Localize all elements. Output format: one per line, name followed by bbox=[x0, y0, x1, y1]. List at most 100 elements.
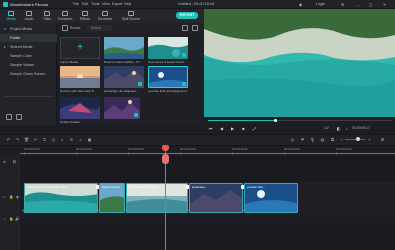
media-label-untitled-folder: Untitled Folder bbox=[60, 120, 81, 124]
crop-icon[interactable]: ⌗ bbox=[42, 137, 47, 142]
snapshot-audio-icon[interactable]: ▤ bbox=[320, 137, 325, 142]
used-check-icon bbox=[182, 82, 186, 86]
green-screen-icon[interactable]: ▣ bbox=[87, 137, 92, 142]
folder-icon[interactable] bbox=[16, 114, 22, 120]
login-link[interactable]: Login bbox=[316, 2, 325, 6]
media-thumb-sunrise[interactable] bbox=[60, 66, 100, 88]
zoom-in-icon[interactable]: + bbox=[367, 137, 372, 142]
tab-effects[interactable]: Effects bbox=[76, 10, 94, 22]
close-icon[interactable]: ✕ bbox=[382, 2, 387, 7]
delete-icon[interactable]: 🗑 bbox=[24, 137, 29, 142]
sidebar-item-sample-videos[interactable]: Sample Videos bbox=[0, 61, 57, 69]
tab-titles[interactable]: Titles bbox=[38, 10, 56, 22]
used-check-icon bbox=[182, 53, 186, 57]
media-label-sunrise: Sunrise with Sea View Ti... bbox=[60, 89, 97, 93]
menu-edit[interactable]: Edit bbox=[82, 2, 88, 6]
split-icon[interactable]: ⧉ bbox=[330, 137, 335, 142]
menu-view[interactable]: View bbox=[102, 2, 110, 6]
media-icon bbox=[8, 11, 14, 16]
fullscreen-toggle-icon[interactable]: ⤢ bbox=[252, 126, 257, 131]
filter-icon[interactable] bbox=[182, 25, 188, 31]
export-button[interactable]: EXPORT bbox=[176, 12, 198, 19]
maximize-icon[interactable]: ▢ bbox=[368, 2, 373, 7]
audio-mixer-icon[interactable]: ≋ bbox=[69, 137, 74, 142]
playhead-split-knob[interactable] bbox=[162, 154, 169, 164]
eye-icon[interactable]: ◉ bbox=[15, 195, 20, 200]
preview-timecode: 00:00:05:17 bbox=[352, 126, 370, 130]
audio-icon[interactable]: ♫ bbox=[78, 137, 83, 142]
sidebar-item-shared-media[interactable]: ▸ Shared Media bbox=[0, 43, 57, 51]
preview-quality[interactable]: 1/2 bbox=[324, 126, 329, 130]
volume-icon[interactable]: ♪ bbox=[344, 126, 349, 131]
snapshot-icon[interactable]: ◧ bbox=[336, 126, 341, 131]
prev-frame-icon[interactable]: ⏮ bbox=[208, 126, 213, 131]
tab-audio[interactable]: Audio bbox=[20, 10, 38, 22]
tab-elements[interactable]: Elements bbox=[96, 10, 114, 22]
marker-icon[interactable]: ⚑ bbox=[300, 137, 305, 142]
tab-split-screen[interactable]: Split Screen bbox=[120, 10, 142, 22]
rewind-icon[interactable]: ◀ bbox=[219, 126, 224, 131]
preview-progress-knob[interactable] bbox=[274, 119, 277, 122]
search-input[interactable]: Search bbox=[87, 25, 113, 31]
ruler-tick-label: 00:00:00:00 bbox=[24, 147, 40, 151]
record-button[interactable]: Record bbox=[70, 25, 80, 31]
track-headers bbox=[0, 155, 22, 250]
render-icon[interactable]: ◎ bbox=[290, 137, 295, 142]
effects-icon bbox=[82, 11, 88, 16]
menu-file[interactable]: File bbox=[73, 2, 79, 6]
timeline-clip[interactable]: landscape... bbox=[189, 183, 243, 213]
ruler-tick-label: 00:00:12:00 bbox=[180, 147, 196, 151]
ruler-tick-label: 00:00:08:00 bbox=[128, 147, 144, 151]
fit-timeline-icon[interactable]: ⊞ bbox=[380, 137, 385, 142]
redo-icon[interactable]: ↷ bbox=[15, 137, 20, 142]
color-icon[interactable]: ◐ bbox=[60, 137, 65, 142]
menu-help[interactable]: Help bbox=[124, 2, 131, 6]
notification-icon[interactable]: ✉ bbox=[340, 2, 345, 7]
lock-icon[interactable]: 🔒 bbox=[9, 195, 14, 200]
add-track-icon[interactable]: ⊕ bbox=[2, 160, 7, 165]
ruler-tick-label: 00:00:16:00 bbox=[232, 147, 248, 151]
sidebar-item-project-media[interactable]: ▾ Project Media bbox=[0, 25, 57, 33]
zoom-slider-knob[interactable] bbox=[356, 137, 360, 141]
media-label-sea-waves: Sea waves & beach drone... bbox=[148, 60, 187, 64]
sidebar-item-sample-color[interactable]: Sample Color bbox=[0, 52, 57, 60]
split-screen-icon bbox=[128, 11, 134, 16]
tab-media[interactable]: Media bbox=[2, 10, 20, 22]
used-check-icon bbox=[138, 82, 142, 86]
media-label-landscape: landscape 4k wallpaper... bbox=[104, 89, 139, 93]
stop-icon[interactable]: ■ bbox=[241, 126, 246, 131]
lock-icon[interactable]: 🔒 bbox=[9, 217, 14, 222]
account-icon[interactable]: ◉ bbox=[298, 2, 303, 7]
timeline-clip[interactable]: Road in Island... bbox=[99, 183, 125, 213]
sidebar-item-sample-green-screen[interactable]: Sample Green Screen bbox=[0, 70, 57, 78]
ruler-tick-label: 00:00:24:00 bbox=[336, 147, 352, 151]
timeline-clip[interactable]: Sea waves & beach drone video... bbox=[24, 183, 98, 213]
zoom-slider-track[interactable] bbox=[345, 139, 365, 140]
speed-icon[interactable]: ◷ bbox=[51, 137, 56, 142]
import-media-tile[interactable]: + bbox=[60, 37, 100, 59]
menu-tools[interactable]: Tools bbox=[91, 2, 99, 6]
app-name: Wondershare Filmora bbox=[10, 2, 49, 7]
minimize-icon[interactable]: – bbox=[356, 2, 361, 7]
play-icon[interactable]: ▶ bbox=[230, 126, 235, 131]
audio-track bbox=[22, 214, 395, 224]
media-thumb-untitled-folder[interactable] bbox=[60, 97, 100, 119]
filmora-logo-icon bbox=[3, 2, 8, 7]
speaker-icon[interactable]: 🔊 bbox=[15, 217, 20, 222]
import-icon[interactable] bbox=[62, 25, 68, 31]
undo-icon[interactable]: ↶ bbox=[6, 137, 11, 142]
timeline-clip[interactable]: Sunrise with Sea View... bbox=[126, 183, 188, 213]
media-thumb-road-in-island[interactable] bbox=[104, 37, 144, 59]
grid-view-icon[interactable] bbox=[192, 25, 198, 31]
audio-track-icon: ♪ bbox=[3, 217, 6, 221]
timeline-clip[interactable]: youtube kids... bbox=[244, 183, 298, 213]
new-folder-icon[interactable] bbox=[6, 114, 12, 120]
menu-export[interactable]: Export bbox=[112, 2, 122, 6]
voiceover-icon[interactable]: 🎙 bbox=[310, 137, 315, 142]
sidebar-item-folder[interactable]: Folder bbox=[0, 34, 57, 42]
tab-transition[interactable]: Transition bbox=[56, 10, 74, 22]
playhead-handle[interactable] bbox=[162, 145, 169, 151]
link-icon[interactable]: ⛓ bbox=[12, 160, 17, 165]
zoom-out-icon[interactable]: − bbox=[339, 137, 344, 142]
cut-icon[interactable]: ✂ bbox=[33, 137, 38, 142]
